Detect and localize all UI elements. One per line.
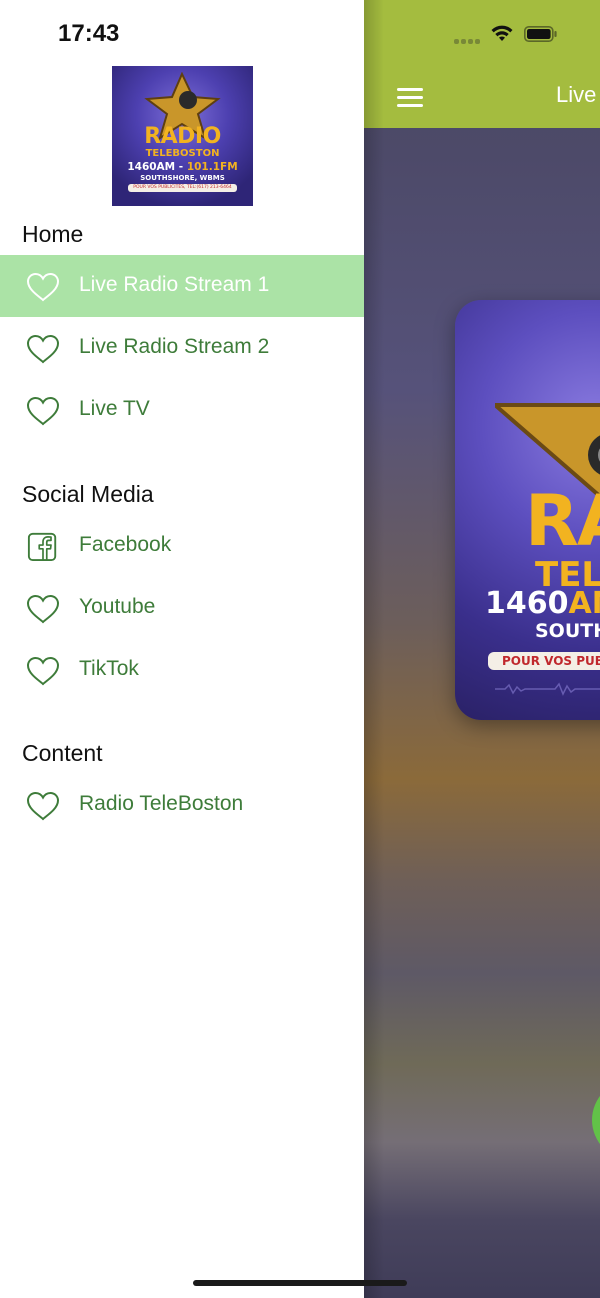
main-screen: Live RA TELE 1460AM SOUTH POUR VOS PUBLI bbox=[364, 0, 600, 1298]
heart-icon bbox=[26, 594, 60, 624]
nav-item-label: Live Radio Stream 2 bbox=[79, 335, 270, 358]
nav-item-youtube[interactable]: Youtube bbox=[0, 577, 364, 639]
nav-item-label: Facebook bbox=[79, 533, 172, 556]
page-title: Live bbox=[556, 82, 597, 107]
section-title-content: Content bbox=[22, 740, 103, 766]
navigation-drawer: 17:43 RADIO TELEBOSTON 1460AM - 101.1FM … bbox=[0, 0, 364, 1298]
cellular-signal-icon bbox=[454, 34, 482, 44]
heart-icon bbox=[26, 396, 60, 426]
art-location: SOUTH bbox=[535, 620, 600, 642]
album-art-card: RA TELE 1460AM SOUTH POUR VOS PUBLI bbox=[455, 300, 600, 720]
home-indicator[interactable] bbox=[193, 1280, 407, 1286]
nav-item-facebook[interactable]: Facebook bbox=[0, 515, 364, 577]
nav-item-tiktok[interactable]: TikTok bbox=[0, 639, 364, 701]
status-bar bbox=[364, 0, 600, 66]
menu-icon[interactable] bbox=[397, 87, 423, 107]
wifi-icon bbox=[491, 25, 513, 41]
logo-location: SOUTHSHORE, WBMS bbox=[140, 174, 225, 182]
heart-icon bbox=[26, 656, 60, 686]
nav-item-label: Radio TeleBoston bbox=[79, 792, 244, 815]
section-title-home: Home bbox=[22, 221, 84, 247]
station-logo: RADIO TELEBOSTON 1460AM - 101.1FM SOUTHS… bbox=[112, 66, 253, 206]
nav-item-radio-teleboston[interactable]: Radio TeleBoston bbox=[0, 774, 364, 836]
play-button[interactable] bbox=[592, 1080, 600, 1160]
nav-item-live-radio-stream-1[interactable]: Live Radio Stream 1 bbox=[0, 255, 364, 317]
nav-item-label: Youtube bbox=[79, 595, 156, 618]
facebook-icon bbox=[27, 532, 57, 562]
nav-item-label: Live TV bbox=[79, 397, 150, 420]
art-tagline: POUR VOS PUBLI bbox=[488, 652, 600, 670]
nav-item-live-tv[interactable]: Live TV bbox=[0, 379, 364, 441]
heart-icon bbox=[26, 272, 60, 302]
waveform-icon bbox=[495, 682, 600, 696]
art-title: RA bbox=[525, 480, 600, 562]
status-time: 17:43 bbox=[58, 20, 120, 47]
nav-item-live-radio-stream-2[interactable]: Live Radio Stream 2 bbox=[0, 317, 364, 379]
logo-frequency: 1460AM - 101.1FM bbox=[127, 161, 238, 173]
nav-item-label: Live Radio Stream 1 bbox=[79, 273, 270, 296]
section-title-social-media: Social Media bbox=[22, 481, 154, 507]
heart-icon bbox=[26, 791, 60, 821]
logo-title: RADIO bbox=[144, 124, 221, 149]
logo-tagline: POUR VOS PUBLICITÉS, TEL:(617) 213-6464 bbox=[128, 184, 237, 192]
logo-subtitle: TELEBOSTON bbox=[145, 148, 220, 159]
art-frequency: 1460AM bbox=[485, 586, 600, 621]
nav-item-label: TikTok bbox=[79, 657, 139, 680]
battery-icon bbox=[524, 26, 557, 42]
heart-icon bbox=[26, 334, 60, 364]
